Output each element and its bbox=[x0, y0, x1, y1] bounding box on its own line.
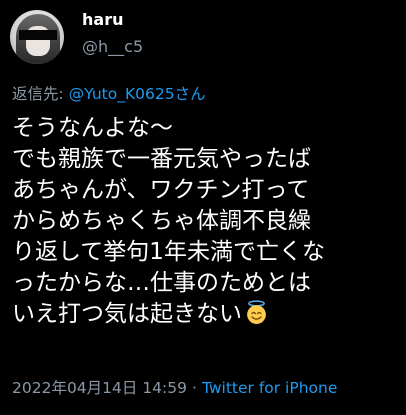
tweet-text-fragment: いえ打つ気は起きない bbox=[12, 301, 242, 327]
reply-prefix: 返信先: bbox=[12, 85, 69, 103]
tweet-text-line: そうなんよな〜 bbox=[12, 115, 173, 141]
tweet-text-line: ったからな…仕事のためとは bbox=[12, 270, 311, 296]
tweet-text-line: り返して挙句1年未満で亡くな bbox=[12, 239, 325, 265]
display-name[interactable]: haru bbox=[82, 10, 123, 30]
avatar[interactable] bbox=[10, 10, 64, 64]
tweet: haru @h__c5 返信先: @Yuto_K0625さん そうなんよな〜 で… bbox=[0, 0, 406, 415]
avatar-censor-bar bbox=[19, 30, 57, 40]
username[interactable]: @h__c5 bbox=[82, 37, 143, 57]
reply-to: 返信先: @Yuto_K0625さん bbox=[12, 84, 206, 104]
timestamp[interactable]: 2022年04月14日 14:59 bbox=[12, 379, 187, 397]
reply-mention-link[interactable]: @Yuto_K0625さん bbox=[69, 85, 206, 103]
smiling-face-with-halo-icon bbox=[247, 300, 266, 324]
tweet-text-line: あちゃんが、ワクチン打って bbox=[12, 177, 310, 203]
meta-separator: · bbox=[192, 379, 197, 397]
source-link[interactable]: Twitter for iPhone bbox=[202, 379, 337, 397]
tweet-text-line: でも親族で一番元気やったば bbox=[12, 146, 311, 172]
tweet-text-line-last: いえ打つ気は起きない bbox=[12, 299, 404, 330]
tweet-meta: 2022年04月14日 14:59 · Twitter for iPhone bbox=[12, 378, 337, 398]
tweet-text: そうなんよな〜 でも親族で一番元気やったば あちゃんが、ワクチン打って からめち… bbox=[12, 113, 404, 330]
tweet-text-line: からめちゃくちゃ体調不良繰 bbox=[12, 208, 311, 234]
